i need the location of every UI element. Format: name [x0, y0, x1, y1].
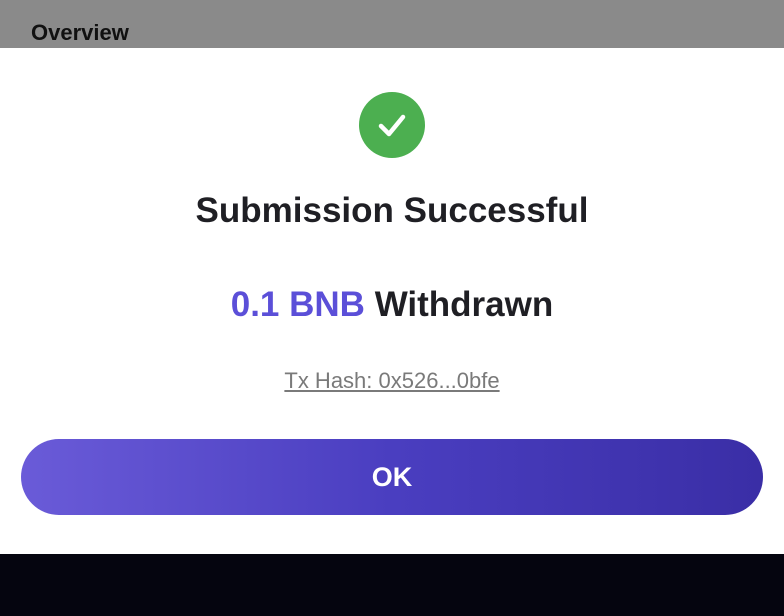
withdrawal-amount: 0.1 BNB — [230, 285, 365, 324]
page-title: Overview — [31, 20, 129, 45]
dialog-title: Submission Successful — [195, 191, 589, 230]
checkmark-icon — [378, 114, 406, 137]
check-circle-icon — [359, 92, 425, 158]
withdrawal-action: Withdrawn — [374, 285, 554, 324]
withdrawal-summary: 0.1 BNB Withdrawn — [0, 284, 784, 326]
tx-hash-container: Tx Hash: 0x526...0bfe — [0, 368, 784, 394]
success-dialog: Submission Successful 0.1 BNB Withdrawn … — [0, 48, 784, 554]
ok-button[interactable]: OK — [21, 439, 763, 515]
tx-hash-link[interactable]: Tx Hash: 0x526...0bfe — [284, 368, 499, 393]
background-header: Overview — [0, 0, 784, 48]
